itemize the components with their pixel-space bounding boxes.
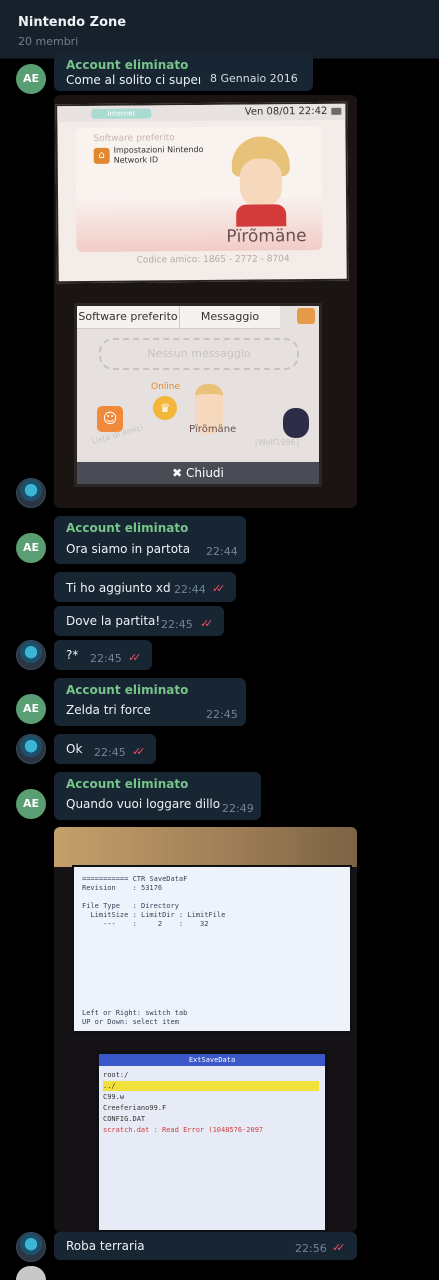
avatar[interactable] [16,1232,46,1262]
avatar[interactable]: AE [16,694,46,724]
3ds-top-screen: =========== CTR SaveDataF Revision : 531… [72,865,352,1033]
photo-3ds-savedata[interactable]: =========== CTR SaveDataF Revision : 531… [54,827,357,1232]
message-bubble[interactable]: Roba terraria 22:56 ✓✓ [54,1232,357,1260]
message-time: 22:45 [94,746,126,759]
message-bubble[interactable]: Dove la partita! 22:45 ✓✓ [54,606,224,636]
photo-3ds-profile[interactable]: Internet Ven 08/01 22:42 Software prefer… [54,95,357,508]
message-text: Come al solito ci supera [66,73,211,87]
read-checks-icon: ✓✓ [132,745,146,758]
read-checks-icon: ✓✓ [212,582,226,595]
message-text: Zelda tri force [66,703,151,717]
message-text: Dove la partita! [66,614,161,628]
other-mii [283,408,309,438]
file-row: C99.w [103,1093,125,1101]
read-checks-icon: ✓✓ [332,1241,346,1254]
sender-name[interactable]: Account eliminato [66,683,188,697]
avatar-partial[interactable] [16,1266,46,1280]
message-time: 22:45 [206,708,238,721]
file-row: Creeferiano99.F [103,1104,167,1112]
file-row: ../ [103,1081,319,1091]
friend-code: Codice amico: 1865 - 2772 - 8704 [136,254,290,266]
message-time: 22:44 [174,583,206,596]
read-checks-icon: ✓✓ [128,651,142,664]
savedata-info: =========== CTR SaveDataF Revision : 531… [82,875,226,928]
battery-icon [331,107,342,115]
file-row: root:/ [103,1071,129,1079]
online-label: Online [151,382,181,392]
avatar[interactable] [16,734,46,764]
avatar[interactable] [16,478,46,508]
sender-name[interactable]: Account eliminato [66,58,188,72]
message-time: 22:44 [206,545,238,558]
message-bubble[interactable]: ?* 22:45 ✓✓ [54,640,152,670]
message-text: Quando vuoi loggare dillo [66,797,221,811]
profile-card: Software preferito ⌂ Impostazioni Ninten… [75,125,323,253]
crown-icon: ♛ [153,396,177,420]
message-time: 22:49 [222,802,254,815]
avatar[interactable]: AE [16,789,46,819]
message-time: 22:45 [90,652,122,665]
read-checks-icon: ✓✓ [200,617,214,630]
player-name: Pïrõmäne [189,424,237,435]
avatar[interactable] [16,640,46,670]
controls-hint: Left or Right: switch tab UP or Down: se… [82,1009,188,1026]
avatar[interactable]: AE [16,533,46,563]
message-text: Ok [66,742,83,756]
file-row-error: scratch.dat : Read Error (1048576-2097 [103,1126,264,1134]
chat-title: Nintendo Zone [18,15,127,30]
avatar[interactable]: AE [16,64,46,94]
message-time: 22:56 [295,1242,327,1255]
tab-message: Messaggio [180,306,280,329]
3ds-bottom-screen: Software preferito Messaggio Nessun mess… [74,303,322,487]
message-bubble[interactable]: Ti ho aggiunto xd 22:44 ✓✓ [54,572,236,602]
sender-name[interactable]: Account eliminato [66,521,188,535]
3ds-bottom-screen: ExtSaveData root:/ ../ C99.w Creeferiano… [96,1051,328,1232]
message-bubble[interactable]: Account eliminato Zelda tri force 22:45 [54,678,246,726]
file-row: CONFIG.DAT [103,1115,146,1123]
close-label: Chiudi [186,466,224,480]
message-bubble[interactable]: Account eliminato Quando vuoi loggare di… [54,772,261,820]
message-text: Ti ho aggiunto xd [66,581,171,595]
message-bubble[interactable]: Ok 22:45 ✓✓ [54,734,156,764]
message-text: Ora siamo in partota [66,542,191,556]
mii-name: Pïrõmäne [226,226,307,247]
extsavedata-title: ExtSaveData [99,1054,325,1066]
message-bubble[interactable]: Account eliminato Ora siamo in partota 2… [54,516,246,564]
photo-glare [54,827,357,867]
fav-label: Software preferito [93,133,175,144]
fav-text: Impostazioni Nintendo Network ID [113,144,204,165]
status-bar: Internet Ven 08/01 22:42 [57,103,346,123]
clock-text: Ven 08/01 22:42 [244,105,328,118]
mii-character [226,136,297,227]
close-bar: ✖ Chiudi [77,462,319,484]
message-text: Roba terraria [66,1239,145,1253]
tab-software: Software preferito [77,306,180,329]
chat-header[interactable]: Nintendo Zone 20 membri [0,0,439,59]
member-count: 20 membri [18,35,79,48]
no-message-box: Nessun messaggio [99,338,299,370]
date-badge: 8 Gennaio 2016 [200,69,308,88]
message-text: ?* [66,648,79,662]
other-player-name: [Wolf1996] [255,438,299,447]
internet-tag: Internet [91,108,152,119]
message-icon [297,308,315,324]
3ds-top-screen: Internet Ven 08/01 22:42 Software prefer… [55,101,349,284]
message-time: 22:45 [161,618,193,631]
sender-name[interactable]: Account eliminato [66,777,188,791]
house-icon: ⌂ [93,147,110,164]
